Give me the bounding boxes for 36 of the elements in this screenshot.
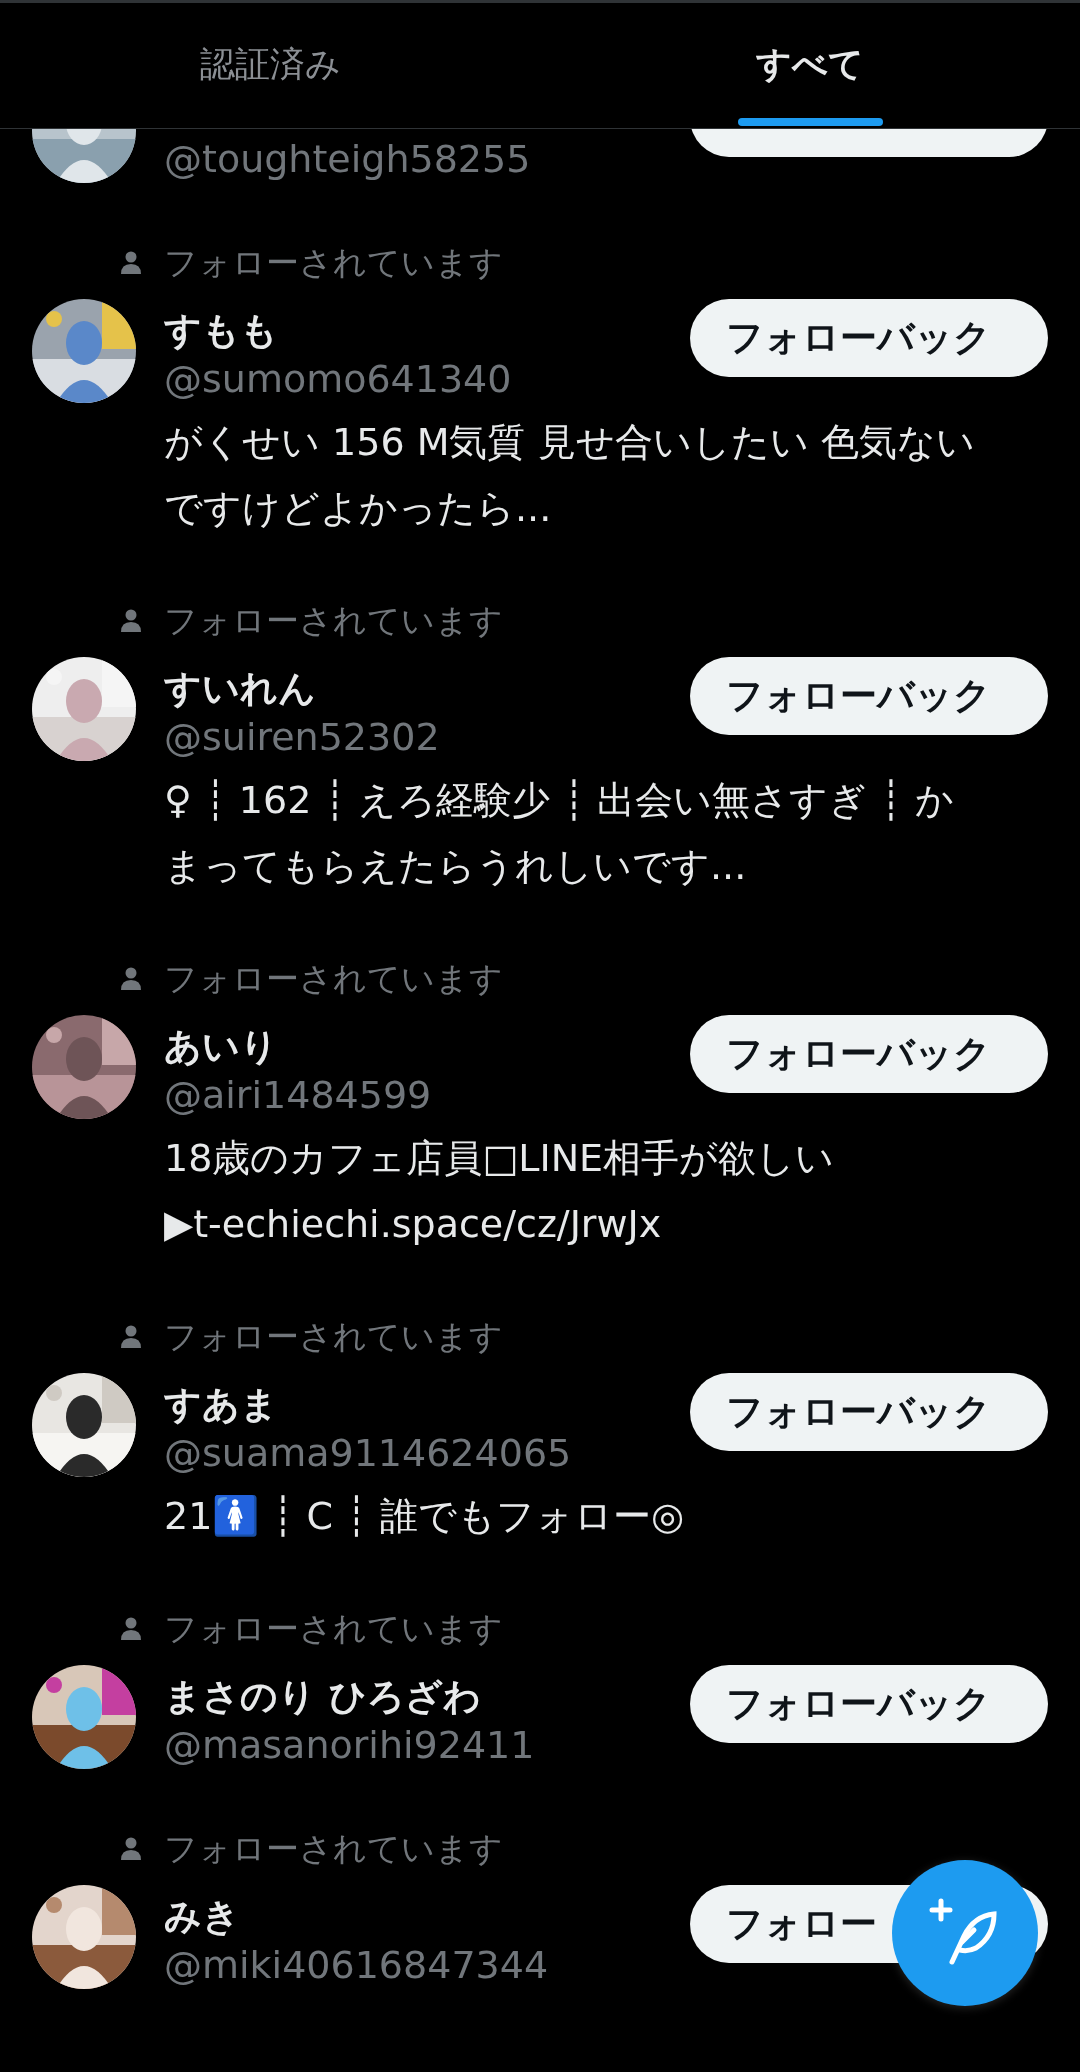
tab[interactable]: すべて xyxy=(756,41,864,88)
follow-back-button[interactable]: フォローバック xyxy=(690,1373,1048,1451)
user-handle: @masanorihi92411 xyxy=(164,1722,535,1769)
user-name: すいれん xyxy=(164,666,317,712)
person-icon xyxy=(120,1325,142,1349)
person-icon xyxy=(120,1617,142,1641)
user-handle: @suama9114624065 xyxy=(164,1430,572,1477)
user-name: あいり xyxy=(164,1024,279,1070)
followed-label: フォローされています xyxy=(164,959,504,999)
follow-back-button[interactable]: フォローバック xyxy=(690,657,1048,735)
user-bio: ♀ ┊ 162 ┊ えろ経験少 ┊ 出会い無さすぎ ┊ かまってもらえたらうれしいです... xyxy=(164,777,955,890)
user-name: まさのり ひろざわ xyxy=(164,1674,482,1720)
followed-label: フォローされています xyxy=(164,1609,504,1649)
user-bio: がくせい 156 M気質 見せ合いしたい 色気ないですけどよかったら... xyxy=(164,419,976,532)
user-bio: 18歳のカフェ店員□LINE相手が欲しい ▶t-echiechi.space/cz/JrwJx xyxy=(164,1135,836,1248)
person-icon xyxy=(120,609,142,633)
user-name: すあま xyxy=(164,1382,279,1428)
user-handle: @airi1484599 xyxy=(164,1072,432,1119)
followed-label: フォローされています xyxy=(164,1317,504,1357)
followed-label: フォローされています xyxy=(164,243,504,283)
user-handle: @sumomo641340 xyxy=(164,356,512,403)
follow-back-button[interactable]: フォローバック xyxy=(690,1015,1048,1093)
tab[interactable]: 認証済み xyxy=(199,41,341,88)
user-bio: 21🚺 ┊ C ┊ 誰でもフォロー◎ xyxy=(164,1493,686,1540)
follow-back-button[interactable]: フォローバック xyxy=(690,299,1048,377)
user-name: みき xyxy=(164,1894,241,1940)
person-icon xyxy=(120,1837,142,1861)
follow-back-button[interactable]: フォローバック xyxy=(690,1665,1048,1743)
user-handle: @suiren52302 xyxy=(164,714,440,761)
followed-label: フォローされています xyxy=(164,601,504,641)
user-handle: @toughteigh58255 xyxy=(164,136,531,183)
person-icon xyxy=(120,967,142,991)
followed-label: フォローされています xyxy=(164,1829,504,1869)
user-handle: @miki40616847344 xyxy=(164,1942,549,1989)
user-name: すもも xyxy=(164,308,279,354)
person-icon xyxy=(120,251,142,275)
